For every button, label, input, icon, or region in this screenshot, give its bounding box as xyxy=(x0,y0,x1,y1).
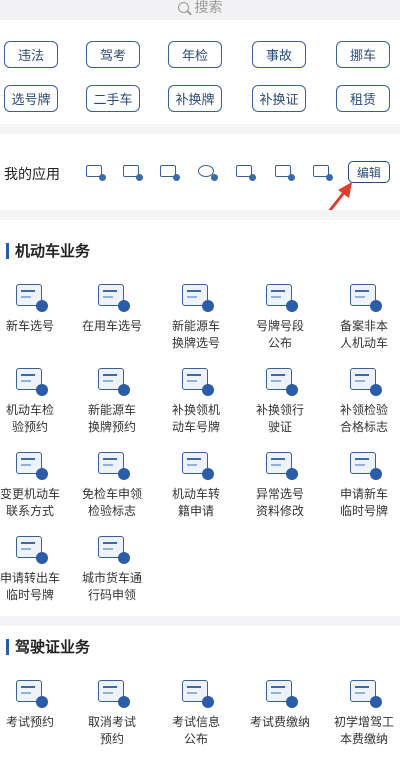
search-placeholder: 搜索 xyxy=(194,0,223,16)
vehicle-service-item[interactable]: 新能源车 换牌预约 xyxy=(72,364,152,436)
id-card-icon[interactable] xyxy=(311,163,333,181)
service-label: 初学增驾工 本费缴纳 xyxy=(333,715,394,746)
vehicle-service-item[interactable]: 城市货车通 行码申领 xyxy=(72,532,152,604)
license-section-title: 驾驶证业务 xyxy=(6,636,90,657)
vehicle-service-item[interactable]: 免检车申领 检验标志 xyxy=(72,448,152,520)
license-service-item[interactable]: 考试费缴纳 xyxy=(240,676,320,731)
vehicle-service-item[interactable]: 备案非本 人机动车 xyxy=(324,280,400,352)
service-icon xyxy=(262,280,298,312)
service-icon xyxy=(12,364,48,396)
vehicle-service-item[interactable]: 号牌号段 公布 xyxy=(240,280,320,352)
search-icon xyxy=(177,1,189,13)
chip-replace-plate[interactable]: 补换牌 xyxy=(168,85,222,112)
vehicle-service-item[interactable]: 补领检验 合格标志 xyxy=(324,364,400,436)
service-label: 机动车转 籍申请 xyxy=(171,487,220,518)
search-bar[interactable]: 搜索 xyxy=(0,0,400,20)
service-label: 新能源车 换牌选号 xyxy=(171,319,220,350)
vehicle-service-item[interactable]: 在用车选号 xyxy=(72,280,152,335)
service-label: 异常选号 资料修改 xyxy=(255,487,304,518)
vehicle-service-item[interactable]: 异常选号 资料修改 xyxy=(240,448,320,520)
document-icon[interactable] xyxy=(121,163,143,181)
service-icon xyxy=(346,364,382,396)
service-label: 备案非本 人机动车 xyxy=(339,319,388,350)
service-icon xyxy=(94,448,130,480)
service-label: 新车选号 xyxy=(5,319,54,333)
service-icon xyxy=(262,448,298,480)
service-label: 取消考试 预约 xyxy=(87,715,136,746)
form-icon[interactable] xyxy=(158,163,180,181)
vehicle-service-item[interactable]: 变更机动车 联系方式 xyxy=(0,448,70,520)
license-service-item[interactable]: 考试预约 xyxy=(0,676,70,731)
divider xyxy=(0,210,400,220)
service-icon xyxy=(94,280,130,312)
service-label: 在用车选号 xyxy=(81,319,142,333)
vehicle-service-item[interactable]: 机动车检 验预约 xyxy=(0,364,70,436)
service-label: 补换领行 驶证 xyxy=(255,403,304,434)
chip-plate-selection[interactable]: 选号牌 xyxy=(4,85,58,112)
service-icon xyxy=(346,448,382,480)
license-service-item[interactable]: 考试信息 公布 xyxy=(156,676,236,748)
vehicle-service-item[interactable]: 新车选号 xyxy=(0,280,70,335)
chip-driving-test[interactable]: 驾考 xyxy=(86,41,140,68)
service-icon xyxy=(94,364,130,396)
vehicle-service-item[interactable]: 补换领行 驶证 xyxy=(240,364,320,436)
car-icon[interactable] xyxy=(84,163,106,181)
service-icon xyxy=(178,676,214,708)
service-icon xyxy=(346,280,382,312)
service-label: 变更机动车 联系方式 xyxy=(0,487,60,518)
service-icon xyxy=(346,676,382,708)
service-icon xyxy=(12,532,48,564)
service-label: 申请转出车 临时号牌 xyxy=(0,571,60,602)
service-icon xyxy=(94,532,130,564)
list-icon[interactable] xyxy=(273,163,295,181)
service-icon xyxy=(12,280,48,312)
license-service-item[interactable]: 初学增驾工 本费缴纳 xyxy=(324,676,400,748)
license-service-item[interactable]: 取消考试 预约 xyxy=(72,676,152,748)
service-label: 免检车申领 检验标志 xyxy=(81,487,142,518)
service-icon xyxy=(178,448,214,480)
service-label: 考试费缴纳 xyxy=(249,715,310,729)
chip-replace-license[interactable]: 补换证 xyxy=(252,85,306,112)
service-icon xyxy=(178,280,214,312)
service-label: 城市货车通 行码申领 xyxy=(81,571,142,602)
service-icon xyxy=(262,364,298,396)
chat-icon[interactable] xyxy=(196,163,218,181)
chip-rental[interactable]: 租赁 xyxy=(336,85,390,112)
service-icon xyxy=(12,676,48,708)
vehicle-service-item[interactable]: 申请新车 临时号牌 xyxy=(324,448,400,520)
service-icon xyxy=(262,676,298,708)
service-icon xyxy=(12,448,48,480)
chip-accident[interactable]: 事故 xyxy=(252,41,306,68)
service-label: 补领检验 合格标志 xyxy=(339,403,388,434)
service-label: 号牌号段 公布 xyxy=(255,319,304,350)
service-label: 补换领机 动车号牌 xyxy=(171,403,220,434)
vehicle-service-item[interactable]: 新能源车 换牌选号 xyxy=(156,280,236,352)
vehicle-section-label: 机动车业务 xyxy=(15,242,91,260)
service-label: 考试预约 xyxy=(5,715,54,729)
vehicle-service-item[interactable]: 申请转出车 临时号牌 xyxy=(0,532,70,604)
my-apps-title: 我的应用 xyxy=(4,167,60,183)
service-icon xyxy=(178,364,214,396)
divider xyxy=(0,124,400,134)
chip-used-car[interactable]: 二手车 xyxy=(86,85,140,112)
divider xyxy=(0,616,400,626)
vehicle-service-item[interactable]: 机动车转 籍申请 xyxy=(156,448,236,520)
vehicle-service-item[interactable]: 补换领机 动车号牌 xyxy=(156,364,236,436)
service-label: 机动车检 验预约 xyxy=(5,403,54,434)
service-icon xyxy=(94,676,130,708)
chip-annual-inspection[interactable]: 年检 xyxy=(168,41,222,68)
service-label: 申请新车 临时号牌 xyxy=(339,487,388,518)
chip-move-car[interactable]: 挪车 xyxy=(336,41,390,68)
license-plate-icon[interactable] xyxy=(234,163,256,181)
vehicle-section-title: 机动车业务 xyxy=(6,240,90,261)
service-label: 新能源车 换牌预约 xyxy=(87,403,136,434)
service-label: 考试信息 公布 xyxy=(171,715,220,746)
chip-violation[interactable]: 违法 xyxy=(4,41,58,68)
license-section-label: 驾驶证业务 xyxy=(15,638,91,656)
